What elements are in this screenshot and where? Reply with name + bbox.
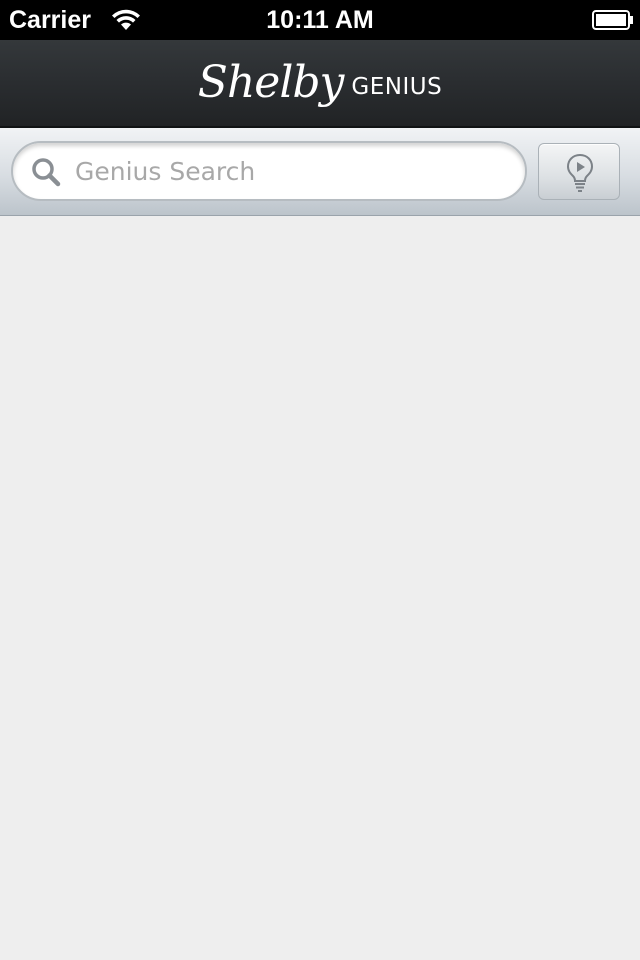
logo-script-text: Shelby bbox=[197, 57, 345, 108]
search-icon bbox=[32, 158, 61, 187]
app-logo: Shelby GENIUS bbox=[0, 40, 640, 126]
genius-suggestions-button[interactable] bbox=[538, 143, 620, 200]
lightbulb-play-icon bbox=[566, 153, 594, 192]
app-screen: Carrier 10:11 AM Shelby GENIUS bbox=[0, 0, 640, 960]
results-area bbox=[0, 217, 640, 960]
search-bar bbox=[0, 128, 640, 216]
search-input[interactable] bbox=[75, 151, 505, 191]
status-bar: Carrier 10:11 AM bbox=[0, 0, 640, 40]
status-time: 10:11 AM bbox=[266, 6, 374, 34]
logo-sub-text: GENIUS bbox=[351, 74, 443, 100]
search-field[interactable] bbox=[11, 141, 527, 201]
battery-icon bbox=[592, 10, 633, 30]
navigation-bar: Shelby GENIUS bbox=[0, 40, 640, 128]
